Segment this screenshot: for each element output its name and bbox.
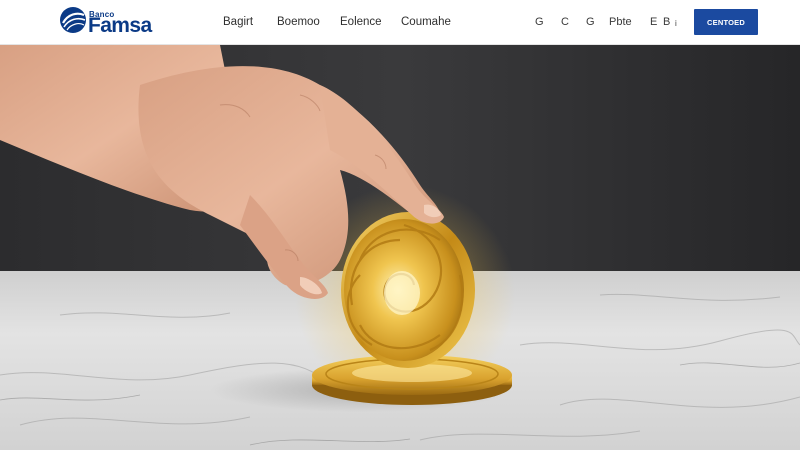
- hero-image: [0, 45, 800, 450]
- utility-link-1[interactable]: G: [535, 15, 544, 29]
- utility-link-7[interactable]: i: [675, 17, 677, 31]
- nav-link-4[interactable]: Coumahe: [401, 15, 451, 29]
- utility-link-5[interactable]: E: [650, 15, 657, 29]
- nav-link-1[interactable]: Bagirt: [223, 15, 253, 29]
- brand-logo[interactable]: Banco Famsa: [59, 5, 169, 39]
- cta-button[interactable]: CENTOED: [694, 9, 758, 35]
- standing-coin: [341, 212, 475, 368]
- nav-link-3[interactable]: Eolence: [340, 15, 382, 29]
- nav-link-2[interactable]: Boemoo: [277, 15, 320, 29]
- utility-link-2[interactable]: C: [561, 15, 569, 29]
- site-header: Banco Famsa Bagirt Boemoo Eolence Coumah…: [0, 0, 800, 45]
- utility-link-6[interactable]: B: [663, 15, 670, 29]
- hero-banner: [0, 45, 800, 450]
- brand-logo-icon: [60, 7, 86, 33]
- brand-name: Famsa: [88, 14, 152, 37]
- utility-link-4[interactable]: Pbte: [609, 15, 632, 29]
- utility-link-3[interactable]: G: [586, 15, 595, 29]
